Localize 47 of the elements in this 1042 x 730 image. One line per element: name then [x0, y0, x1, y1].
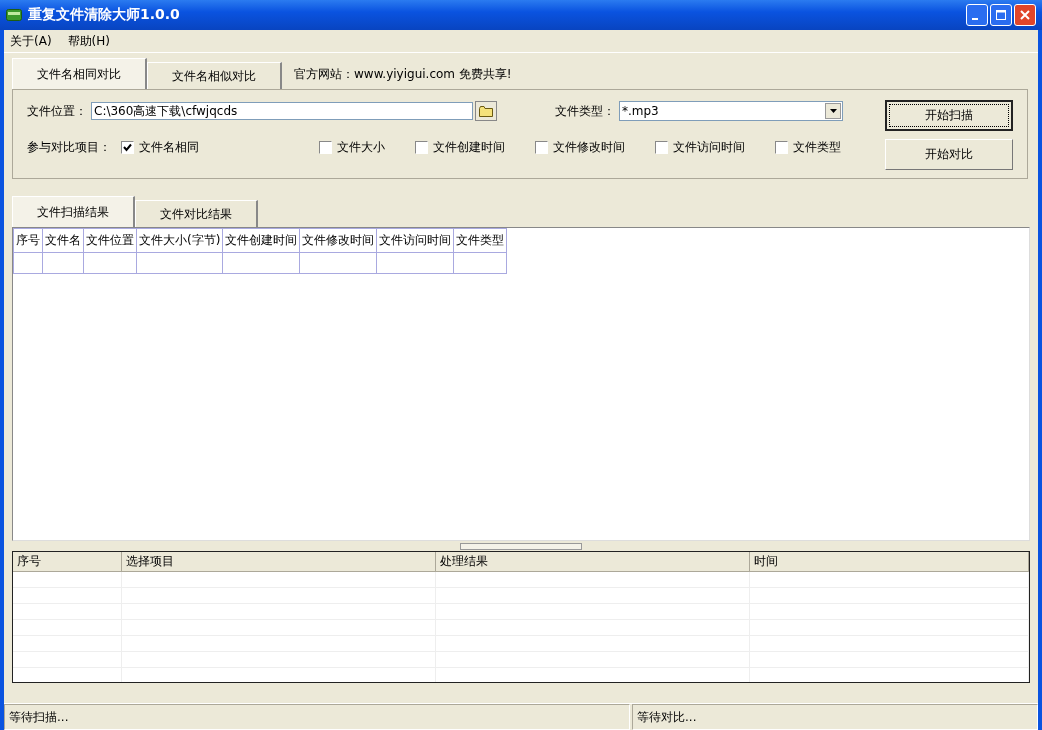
tab[interactable]: 文件名相似对比	[147, 62, 282, 89]
checkbox[interactable]: 文件类型	[775, 138, 841, 156]
folder-icon	[479, 105, 493, 117]
column-header[interactable]: 序号	[13, 228, 43, 253]
column-header[interactable]: 时间	[749, 552, 1029, 572]
column-header[interactable]: 处理结果	[435, 552, 750, 572]
checkbox[interactable]: 文件访问时间	[655, 138, 745, 156]
column-header[interactable]: 文件访问时间	[376, 228, 454, 253]
field-label: 参与对比项目：	[27, 138, 111, 156]
status-text: 等待扫描...	[4, 704, 630, 730]
path-field[interactable]: C:\360高速下载\cfwjqcds	[91, 102, 473, 120]
browse-button[interactable]	[475, 101, 497, 121]
website-note: 官方网站：www.yiyigui.com 免费共享!	[294, 65, 512, 83]
tab[interactable]: 文件扫描结果	[12, 196, 135, 227]
close-button[interactable]	[1014, 4, 1036, 26]
dropdown-arrow-icon	[829, 109, 837, 113]
column-header[interactable]: 文件位置	[83, 228, 137, 253]
minimize-button[interactable]	[966, 4, 988, 26]
tab[interactable]: 文件对比结果	[135, 200, 258, 227]
column-header[interactable]: 文件创建时间	[222, 228, 300, 253]
tab[interactable]: 文件名相同对比	[12, 58, 147, 89]
menu-item[interactable]: 关于(A)	[10, 32, 52, 50]
checkbox[interactable]: 文件名相同	[121, 138, 199, 156]
maximize-button[interactable]	[990, 4, 1012, 26]
maximize-icon	[996, 10, 1006, 20]
checkbox[interactable]: 文件创建时间	[415, 138, 505, 156]
minimize-icon	[972, 18, 978, 20]
splitter-handle[interactable]	[460, 542, 582, 550]
check-icon	[123, 142, 132, 152]
file-type-dropdown[interactable]: *.mp3	[619, 101, 843, 121]
window-title: 重复文件清除大师1.0.0	[28, 6, 181, 24]
field-label: 文件位置：	[27, 102, 87, 120]
checkbox[interactable]: 文件大小	[319, 138, 385, 156]
column-header[interactable]: 文件大小(字节)	[136, 228, 223, 253]
checkbox[interactable]: 文件修改时间	[535, 138, 625, 156]
action-button[interactable]: 开始对比	[885, 139, 1013, 170]
column-header[interactable]: 文件修改时间	[299, 228, 377, 253]
field-label: 文件类型：	[555, 102, 615, 120]
app-icon	[6, 9, 22, 21]
column-header[interactable]: 选择项目	[121, 552, 436, 572]
menu-item[interactable]: 帮助(H)	[67, 32, 110, 50]
column-header[interactable]: 文件名	[42, 228, 84, 253]
close-icon	[1020, 10, 1030, 20]
column-header[interactable]: 序号	[13, 552, 122, 572]
action-button[interactable]: 开始扫描	[885, 100, 1013, 131]
column-header[interactable]: 文件类型	[453, 228, 507, 253]
status-text: 等待对比...	[632, 704, 1038, 730]
